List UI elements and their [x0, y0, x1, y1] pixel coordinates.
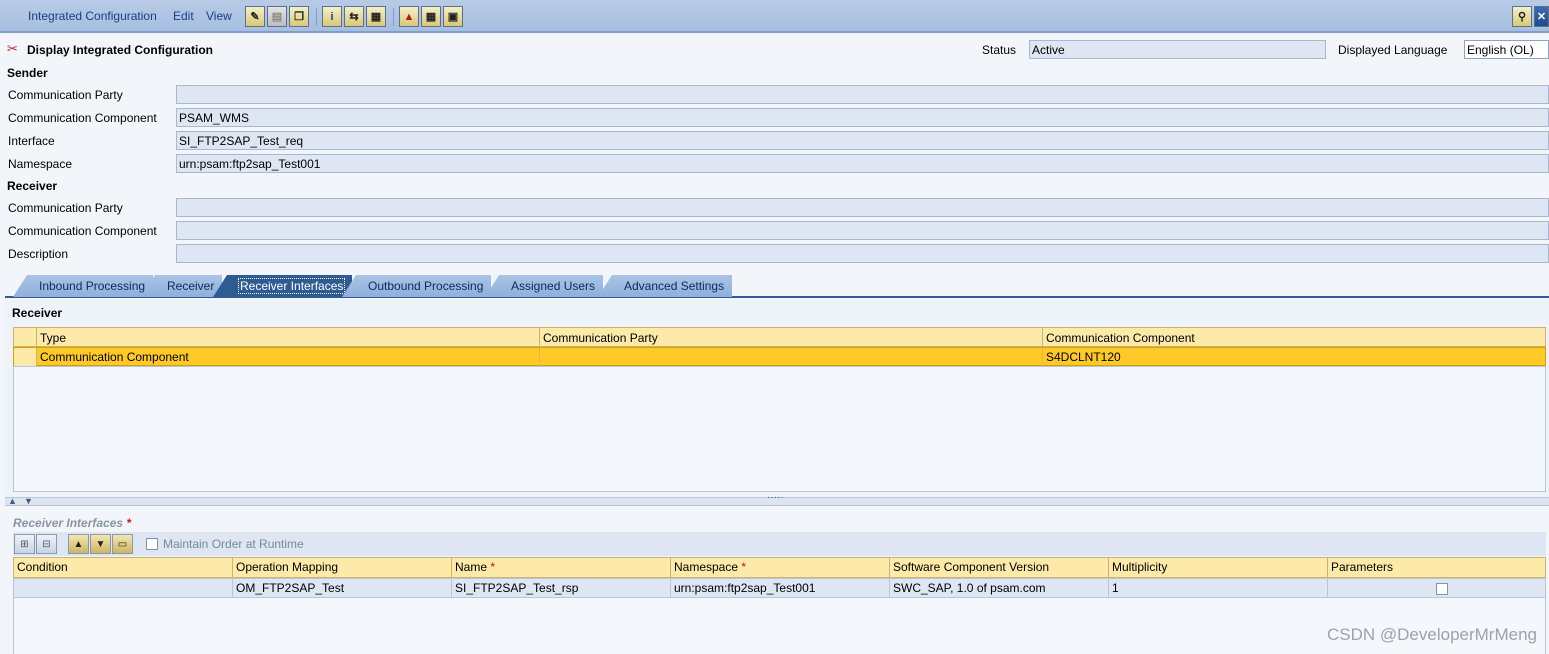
column-condition[interactable]: Condition — [14, 558, 233, 577]
row-selector-header[interactable] — [14, 328, 37, 348]
description-label: Description — [8, 247, 69, 261]
panel-splitter[interactable]: ▲ ▼ ····· — [5, 492, 1549, 506]
close-icon[interactable]: ✕ — [1534, 6, 1549, 27]
status-label: Status — [982, 43, 1017, 57]
receiver-component-field[interactable] — [176, 221, 1549, 240]
cell-namespace[interactable]: urn:psam:ftp2sap_Test001 — [671, 579, 890, 598]
cell-software-component-version[interactable]: SWC_SAP, 1.0 of psam.com — [890, 579, 1109, 598]
toolbar-info-group: i ⇆ ▦ — [322, 6, 386, 28]
sender-interface-label: Interface — [8, 134, 55, 148]
table-row[interactable]: Communication Component S4DCLNT120 — [13, 347, 1546, 366]
cell-parameters — [1328, 579, 1545, 598]
move-up-icon[interactable]: ▲ — [68, 534, 89, 554]
cell-name[interactable]: SI_FTP2SAP_Test_rsp — [452, 579, 671, 598]
sender-component-label: Communication Component — [8, 111, 157, 125]
tab-inbound-processing[interactable]: Inbound Processing — [13, 275, 154, 297]
receiver-interfaces-header: Condition Operation Mapping Name * Names… — [13, 557, 1546, 578]
cell-communication-component: S4DCLNT120 — [1046, 350, 1121, 364]
cell-multiplicity[interactable]: 1 — [1109, 579, 1328, 598]
sender-component-field[interactable]: PSAM_WMS — [176, 108, 1549, 127]
menu-integrated-configuration[interactable]: Integrated Configuration — [28, 9, 157, 23]
menu-edit[interactable]: Edit — [173, 9, 194, 23]
receiver-table-title: Receiver — [12, 306, 63, 320]
insert-row-icon[interactable]: ⊞ — [14, 534, 35, 554]
cell-condition[interactable] — [14, 579, 233, 598]
column-parameters[interactable]: Parameters — [1328, 558, 1545, 577]
language-select[interactable]: English (OL) — [1464, 40, 1549, 59]
copy-icon[interactable]: ❐ — [289, 6, 309, 27]
maintain-order-checkbox[interactable] — [146, 538, 158, 550]
parameters-checkbox[interactable] — [1436, 583, 1448, 595]
table-row[interactable]: OM_FTP2SAP_Test SI_FTP2SAP_Test_rsp urn:… — [13, 578, 1546, 598]
column-type[interactable]: Type — [37, 328, 540, 348]
receiver-table-header: Type Communication Party Communication C… — [13, 327, 1546, 348]
toolbar-misc-group: ▲ ▦ ▣ — [399, 6, 463, 28]
where-used-icon[interactable]: ⇆ — [344, 6, 364, 27]
receiver-table-empty-area — [13, 366, 1546, 492]
tab-strip: Inbound Processing Receiver Receiver Int… — [5, 274, 1549, 298]
configuration-icon: ✂ — [7, 41, 18, 56]
delete-row-icon[interactable]: ⊟ — [36, 534, 57, 554]
cell-communication-party — [540, 348, 1043, 366]
status-field: Active — [1029, 40, 1326, 59]
sender-interface-field[interactable]: SI_FTP2SAP_Test_req — [176, 131, 1549, 150]
sender-namespace-field[interactable]: urn:psam:ftp2sap_Test001 — [176, 154, 1549, 173]
cell-type: Communication Component — [37, 348, 540, 366]
column-operation-mapping[interactable]: Operation Mapping — [233, 558, 452, 577]
required-marker: * — [126, 516, 132, 530]
sender-party-field[interactable] — [176, 85, 1549, 104]
pin-icon[interactable]: ⚲ — [1512, 6, 1532, 27]
collapse-up-icon[interactable]: ▲ — [8, 496, 17, 506]
receiver-interfaces-title: Receiver Interfaces * — [13, 516, 132, 530]
language-label: Displayed Language — [1338, 43, 1448, 57]
sender-namespace-label: Namespace — [8, 157, 73, 171]
open-folder-icon[interactable]: ▭ — [112, 534, 133, 554]
receiver-component-label: Communication Component — [8, 224, 157, 238]
document-icon[interactable]: ▣ — [443, 6, 463, 27]
toolbar-edit-group: ✎ ▤ ❐ — [245, 6, 309, 28]
menu-bar: Integrated Configuration Edit View ✎ ▤ ❐… — [0, 0, 1549, 33]
watermark: CSDN @DeveloperMrMeng — [1327, 625, 1537, 644]
column-software-component-version[interactable]: Software Component Version — [890, 558, 1109, 577]
page-title: Display Integrated Configuration — [27, 43, 214, 57]
menu-view[interactable]: View — [206, 9, 232, 23]
description-field[interactable] — [176, 244, 1549, 263]
maintain-order-label: Maintain Order at Runtime — [163, 537, 304, 551]
tab-advanced-settings[interactable]: Advanced Settings — [598, 275, 733, 297]
save-icon[interactable]: ▤ — [267, 6, 287, 27]
tab-receiver[interactable]: Receiver — [141, 275, 223, 297]
receiver-party-label: Communication Party — [8, 201, 123, 215]
splitter-grip-icon[interactable]: ····· — [767, 492, 784, 503]
receiver-interfaces-empty-area — [13, 598, 1546, 654]
tab-assigned-users[interactable]: Assigned Users — [485, 275, 604, 297]
compare-icon[interactable]: ▦ — [366, 6, 386, 27]
switch-edit-icon[interactable]: ✎ — [245, 6, 265, 27]
language-value: English (OL) — [1467, 43, 1534, 57]
receiver-party-field[interactable] — [176, 198, 1549, 217]
info-icon[interactable]: i — [322, 6, 342, 27]
column-communication-party[interactable]: Communication Party — [540, 328, 1043, 348]
hat-icon[interactable]: ▲ — [399, 6, 419, 27]
table-icon[interactable]: ▦ — [421, 6, 441, 27]
cell-operation-mapping[interactable]: OM_FTP2SAP_Test — [233, 579, 452, 598]
row-selector[interactable] — [14, 348, 37, 366]
column-namespace[interactable]: Namespace * — [671, 558, 890, 577]
tab-receiver-interfaces[interactable]: Receiver Interfaces — [213, 275, 353, 297]
column-multiplicity[interactable]: Multiplicity — [1109, 558, 1328, 577]
column-name[interactable]: Name * — [452, 558, 671, 577]
collapse-down-icon[interactable]: ▼ — [24, 496, 33, 506]
column-communication-component[interactable]: Communication Component — [1043, 328, 1546, 348]
sender-heading: Sender — [7, 66, 48, 80]
receiver-heading: Receiver — [7, 179, 58, 193]
sender-party-label: Communication Party — [8, 88, 123, 102]
move-down-icon[interactable]: ▼ — [90, 534, 111, 554]
tab-outbound-processing[interactable]: Outbound Processing — [342, 275, 492, 297]
